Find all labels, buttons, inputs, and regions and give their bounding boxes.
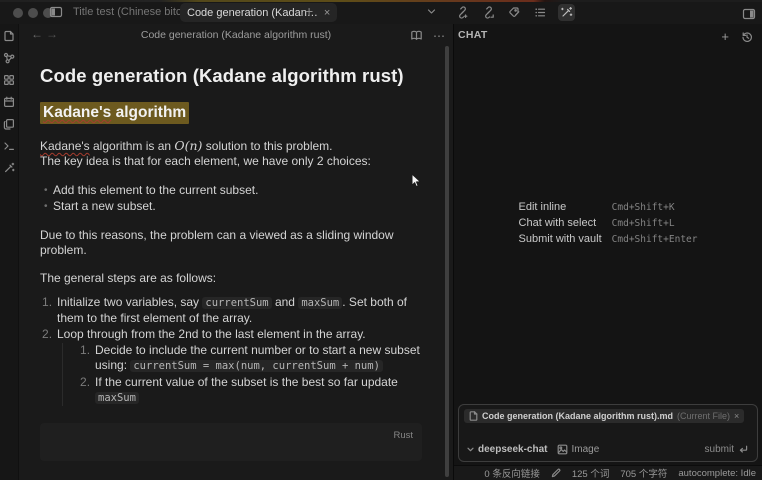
templates-icon[interactable] [2, 116, 17, 131]
submit-label: submit [705, 444, 734, 455]
copilot-wand-icon[interactable] [558, 4, 575, 21]
more-options-icon[interactable]: ⋯ [433, 29, 445, 43]
note-heading-1: Code generation (Kadane algorithm rust) [40, 65, 422, 87]
image-icon [557, 444, 568, 455]
window-top-accent [0, 0, 762, 2]
note-title-breadcrumb: Code generation (Kadane algorithm rust) [19, 24, 453, 46]
code-span: currentSum = max(num, currentSum + num) [130, 360, 383, 372]
submit-button[interactable]: submit [705, 444, 748, 455]
traffic-lights [13, 8, 53, 18]
step-item: Initialize two variables, say currentSum… [40, 295, 422, 326]
shortcut-keys: Cmd+Shift+Enter [612, 233, 698, 246]
left-ribbon [0, 24, 19, 480]
tab-label: Code generation (Kadan… [187, 7, 318, 19]
shortcut-label: Submit with vault [519, 233, 602, 246]
enter-icon [738, 445, 748, 454]
paragraph-steps-intro: The general steps are as follows: [40, 271, 422, 286]
code-span: maxSum [298, 297, 342, 309]
code-span: currentSum [202, 297, 271, 309]
editor-pane: ← → Code generation (Kadane algorithm ru… [19, 24, 453, 480]
word-count[interactable]: 125 个词 [572, 466, 610, 480]
shortcut-label: Edit inline [519, 201, 602, 214]
chat-input-box[interactable]: Code generation (Kadane algorithm rust).… [458, 404, 758, 462]
new-chat-icon[interactable]: + [721, 30, 729, 43]
attach-image-button[interactable]: Image [557, 444, 599, 455]
steps-list: Initialize two variables, say currentSum… [40, 295, 422, 406]
tab-list-chevron-icon[interactable] [426, 6, 437, 17]
backlinks-count[interactable]: 0 条反向链接 [484, 466, 539, 480]
highlighted-heading: Kadane's algorithm [40, 102, 189, 124]
code-span: maxSum [95, 392, 139, 404]
window-close-button[interactable] [13, 8, 23, 18]
canvas-icon[interactable] [2, 72, 17, 87]
char-count[interactable]: 705 个字符 [620, 466, 667, 480]
edit-mode-pencil-icon[interactable] [551, 468, 561, 478]
toggle-right-sidebar-icon[interactable] [740, 5, 757, 22]
substeps-list: Decide to include the current number or … [62, 343, 422, 406]
substep-item: Decide to include the current number or … [79, 343, 422, 374]
outline-icon[interactable] [532, 4, 549, 21]
paragraph-intro: Kadane's algorithm is an O(n) solution t… [40, 138, 422, 169]
reading-mode-icon[interactable] [408, 27, 425, 44]
toggle-left-sidebar-icon[interactable] [49, 5, 63, 19]
autocomplete-status[interactable]: autocomplete: Idle [678, 468, 756, 479]
step-item: Loop through from the 2nd to the last el… [40, 327, 422, 406]
model-selector[interactable]: deepseek-chat [466, 444, 547, 455]
terminal-icon[interactable] [2, 138, 17, 153]
shortcut-label: Chat with select [519, 217, 602, 230]
backlinks-icon[interactable] [454, 4, 471, 21]
chat-shortcuts: Edit inline Cmd+Shift+K Chat with select… [519, 201, 698, 246]
chevron-down-icon [466, 445, 475, 454]
paragraph-sliding-window: Due to this reasons, the problem can a v… [40, 228, 422, 258]
choices-list: Add this element to the current subset. … [40, 183, 422, 214]
tab-bar: Title test (Chinese bitcoin) Code genera… [0, 0, 762, 24]
view-header: ← → Code generation (Kadane algorithm ru… [19, 24, 453, 46]
status-bar: 0 条反向链接 125 个词 705 个字符 autocomplete: Idl… [454, 465, 762, 480]
chat-history-icon[interactable] [738, 28, 755, 45]
note-heading-2: Kadane's algorithm [40, 102, 422, 124]
editor-scrollbar[interactable] [445, 46, 449, 477]
code-block[interactable]: Rust [40, 423, 422, 461]
shortcut-keys: Cmd+Shift+K [612, 201, 698, 214]
list-item: Add this element to the current subset. [40, 183, 422, 198]
context-file-name: Code generation (Kadane algorithm rust).… [482, 411, 673, 421]
graph-view-icon[interactable] [2, 50, 17, 65]
image-button-label: Image [571, 444, 599, 455]
chat-panel-title: CHAT [458, 24, 488, 46]
new-tab-icon[interactable]: + [300, 0, 318, 24]
daily-note-icon[interactable] [2, 94, 17, 109]
right-sidebar-tab-icons [454, 4, 575, 21]
shortcut-keys: Cmd+Shift+L [612, 217, 698, 230]
ai-wand-icon[interactable] [2, 160, 17, 175]
window-minimize-button[interactable] [28, 8, 38, 18]
model-name: deepseek-chat [478, 444, 547, 455]
code-language-label: Rust [393, 428, 413, 443]
outgoing-links-icon[interactable] [480, 4, 497, 21]
context-file-chip[interactable]: Code generation (Kadane algorithm rust).… [464, 409, 744, 423]
chip-close-icon[interactable]: × [734, 411, 739, 421]
chat-panel: CHAT + Edit inline Cmd+Shift+K Chat with… [453, 24, 762, 480]
current-file-badge: (Current File) [677, 411, 730, 421]
note-editor[interactable]: Code generation (Kadane algorithm rust) … [19, 46, 453, 461]
substep-item: If the current value of the subset is th… [79, 375, 422, 406]
new-note-icon[interactable] [2, 28, 17, 43]
tab-close-icon[interactable]: × [324, 7, 330, 19]
chat-header: CHAT + [454, 24, 762, 46]
list-item: Start a new subset. [40, 199, 422, 214]
math-inline: O(n) [174, 138, 202, 153]
tags-icon[interactable] [506, 4, 523, 21]
file-icon [469, 411, 478, 421]
mouse-cursor [411, 173, 423, 189]
